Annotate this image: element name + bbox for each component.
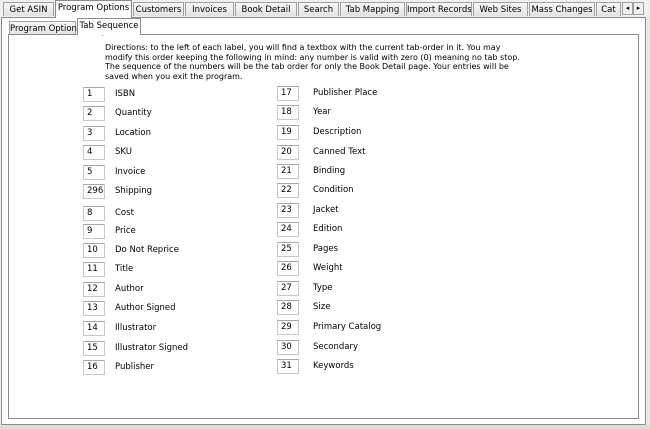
- tab-order-input-primary-catalog[interactable]: 29: [277, 320, 299, 335]
- window-bottom-edge: [0, 425, 650, 429]
- tab-order-input-author-signed[interactable]: 13: [83, 301, 105, 316]
- field-label: SKU: [115, 147, 132, 157]
- field-label: Canned Text: [313, 147, 366, 157]
- tab-order-input-secondary[interactable]: 30: [277, 340, 299, 355]
- field-label: Illustrator: [115, 323, 157, 333]
- tab-order-input-author[interactable]: 12: [83, 282, 105, 297]
- field-label: Do Not Reprice: [115, 245, 179, 255]
- main-tab-strip: Get ASIN Program Options Customers Invoi…: [0, 0, 650, 18]
- tab-order-input-invoice[interactable]: 5: [83, 165, 105, 180]
- tab-order-input-publisher[interactable]: 16: [83, 360, 105, 375]
- tab-order-input-binding[interactable]: 21: [277, 164, 299, 179]
- tab-order-input-publisher-place[interactable]: 17: [277, 86, 299, 101]
- field-label: Shipping: [115, 186, 153, 196]
- tab-order-input-cost[interactable]: 8: [83, 206, 105, 221]
- scroll-right-icon[interactable]: ▸: [633, 2, 644, 15]
- tab-invoices[interactable]: Invoices: [185, 2, 234, 16]
- field-label: Invoice: [115, 167, 146, 177]
- tab-order-input-do-not-reprice[interactable]: 10: [83, 243, 105, 258]
- field-label: Secondary: [313, 342, 359, 352]
- field-label: Jacket: [313, 205, 339, 215]
- field-label: Price: [115, 226, 136, 236]
- inner-tab-program-options[interactable]: Program Options: [9, 21, 81, 35]
- tab-order-input-type[interactable]: 27: [277, 281, 299, 296]
- directions-text: Directions: to the left of each label, y…: [105, 43, 520, 81]
- field-label: Keywords: [313, 361, 354, 371]
- field-label: Location: [115, 128, 151, 138]
- tab-order-input-canned-text[interactable]: 20: [277, 145, 299, 160]
- tab-order-input-size[interactable]: 28: [277, 300, 299, 315]
- field-label: Edition: [313, 224, 343, 234]
- field-label: Type: [313, 283, 333, 293]
- field-label: Size: [313, 302, 331, 312]
- tab-tab-mapping[interactable]: Tab Mapping: [340, 2, 405, 16]
- tab-book-detail[interactable]: Book Detail: [235, 2, 297, 16]
- tab-web-sites[interactable]: Web Sites: [473, 2, 528, 16]
- field-label: Year: [313, 107, 331, 117]
- scroll-left-icon[interactable]: ◂: [622, 2, 633, 15]
- tab-get-asin[interactable]: Get ASIN: [3, 2, 54, 16]
- field-label: Description: [313, 127, 362, 137]
- field-label: Quantity: [115, 108, 152, 118]
- tab-order-input-jacket[interactable]: 23: [277, 203, 299, 218]
- tab-order-input-year[interactable]: 18: [277, 105, 299, 120]
- field-label: Weight: [313, 263, 343, 273]
- tab-order-input-title[interactable]: 11: [83, 262, 105, 277]
- window-edge: [646, 17, 650, 429]
- tab-order-input-pages[interactable]: 25: [277, 242, 299, 257]
- tab-cat[interactable]: Cat: [596, 2, 621, 16]
- tab-order-input-illustrator[interactable]: 14: [83, 321, 105, 336]
- tab-order-input-price[interactable]: 9: [83, 224, 105, 239]
- tab-order-input-sku[interactable]: 4: [83, 145, 105, 160]
- tab-order-input-description[interactable]: 19: [277, 125, 299, 140]
- tab-import-records[interactable]: Import Records: [406, 2, 472, 16]
- field-label: Primary Catalog: [313, 322, 382, 332]
- field-label: Illustrator Signed: [115, 343, 188, 353]
- field-label: Condition: [313, 185, 354, 195]
- tab-order-input-shipping[interactable]: 296: [83, 184, 105, 199]
- tab-search[interactable]: Search: [298, 2, 339, 16]
- field-label: Publisher: [115, 362, 155, 372]
- tab-order-input-edition[interactable]: 24: [277, 222, 299, 237]
- tab-order-input-illustrator-signed[interactable]: 15: [83, 341, 105, 356]
- tab-order-input-quantity[interactable]: 2: [83, 106, 105, 121]
- field-label: Publisher Place: [313, 88, 378, 98]
- field-label: Author Signed: [115, 303, 176, 313]
- tab-program-options[interactable]: Program Options: [55, 0, 132, 18]
- field-label: Author: [115, 284, 144, 294]
- inner-tab-tab-sequence[interactable]: Tab Sequence: [77, 18, 141, 35]
- field-label: Title: [115, 264, 134, 274]
- tab-order-input-isbn[interactable]: 1: [83, 87, 105, 102]
- field-label: Cost: [115, 208, 134, 218]
- field-label: Pages: [313, 244, 339, 254]
- tab-order-input-keywords[interactable]: 31: [277, 359, 299, 374]
- tab-mass-changes[interactable]: Mass Changes: [529, 2, 595, 16]
- tab-customers[interactable]: Customers: [133, 2, 184, 16]
- tab-order-input-condition[interactable]: 22: [277, 183, 299, 198]
- field-label: ISBN: [115, 89, 136, 99]
- tab-order-input-weight[interactable]: 26: [277, 261, 299, 276]
- field-label: Binding: [313, 166, 346, 176]
- tab-order-input-location[interactable]: 3: [83, 126, 105, 141]
